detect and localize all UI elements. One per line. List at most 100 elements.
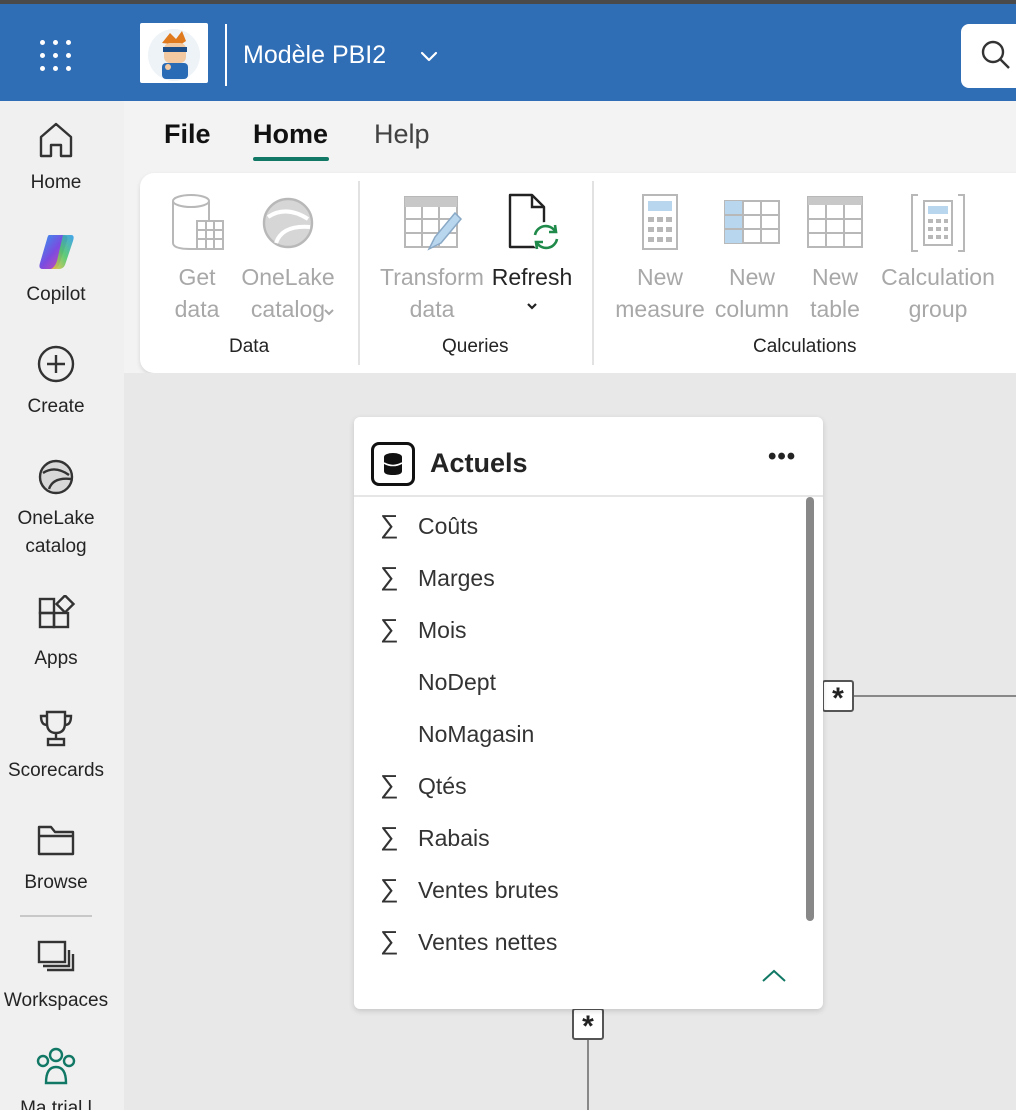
field-name: Ventes nettes	[418, 929, 558, 955]
field-item[interactable]: ∑ Mois	[354, 605, 794, 657]
nav-item-label: OneLake catalog	[17, 508, 95, 557]
calculation-group-button[interactable]: Calculation group	[876, 191, 1000, 325]
new-table-button[interactable]: New table	[794, 191, 876, 325]
field-list: ∑ Coûts ∑ Marges ∑ Mois NoDept NoMagasin…	[354, 501, 804, 963]
field-name: Rabais	[418, 825, 490, 851]
chevron-up-icon[interactable]	[759, 965, 789, 987]
table-card-actuels[interactable]: Actuels ••• ∑ Coûts ∑ Marges ∑ Mois NoDe…	[354, 417, 823, 1009]
relationship-line[interactable]	[587, 1040, 589, 1110]
field-name: Coûts	[418, 513, 479, 539]
button-label-line2: column	[714, 296, 790, 322]
trophy-icon	[39, 710, 73, 747]
avatar[interactable]	[140, 23, 208, 83]
group-label-calculations: Calculations	[753, 336, 857, 357]
copilot-icon	[39, 235, 74, 269]
nav-item-workspaces[interactable]: Workspaces	[0, 937, 112, 1015]
new-column-button[interactable]: New column	[710, 191, 794, 325]
nav-item-label: Scorecards	[7, 760, 105, 781]
nav-item-label: Browse	[24, 872, 88, 893]
workspaces-icon	[37, 940, 75, 972]
tab-help[interactable]: Help	[374, 119, 430, 150]
group-label-queries: Queries	[442, 336, 509, 357]
button-label-line1: Transform	[380, 264, 484, 290]
people-icon	[36, 1047, 76, 1085]
folder-icon	[37, 825, 75, 856]
button-label-line1: New	[811, 264, 858, 290]
nav-item-browse[interactable]: Browse	[0, 819, 112, 897]
search-icon	[981, 40, 1010, 69]
plus-circle-icon	[37, 345, 75, 383]
active-tab-indicator	[253, 157, 329, 161]
field-item[interactable]: ∑ Ventes brutes	[354, 865, 794, 917]
field-name: NoMagasin	[418, 721, 535, 747]
new-column-icon	[724, 200, 780, 244]
tab-home[interactable]: Home	[253, 119, 328, 150]
calculation-group-icon	[911, 194, 965, 252]
refresh-icon	[508, 193, 561, 252]
nav-item-onelake[interactable]: OneLake catalog	[0, 455, 112, 561]
sigma-icon: ∑	[380, 769, 399, 799]
button-label-line2: group	[908, 296, 968, 322]
chevron-down-icon[interactable]	[418, 45, 440, 67]
field-item[interactable]: ∑ Coûts	[354, 501, 794, 553]
new-table-icon	[807, 196, 863, 248]
button-label-line1: New	[636, 264, 683, 290]
field-name: Ventes brutes	[418, 877, 559, 903]
cardinality-many-marker[interactable]: *	[822, 680, 854, 715]
nav-item-apps[interactable]: Apps	[0, 595, 112, 673]
nav-item-scorecards[interactable]: Scorecards	[0, 707, 112, 785]
workspace-title[interactable]: Modèle PBI2	[243, 41, 386, 70]
chevron-down-icon	[324, 309, 334, 316]
field-item[interactable]: ∑ Ventes nettes	[354, 917, 794, 963]
field-name: Mois	[418, 617, 467, 643]
sigma-icon: ∑	[380, 873, 399, 903]
app-launcher-icon[interactable]	[38, 38, 74, 74]
field-item[interactable]: ∑ Marges	[354, 553, 794, 605]
field-list-scrollbar[interactable]	[806, 497, 814, 921]
group-label-data: Data	[229, 336, 270, 357]
field-item[interactable]: ∑ Qtés	[354, 761, 794, 813]
sigma-icon: ∑	[380, 925, 399, 955]
onelake-icon	[38, 459, 74, 495]
calculator-icon	[642, 194, 678, 250]
sigma-icon: ∑	[380, 561, 399, 591]
nav-item-create[interactable]: Create	[0, 343, 112, 421]
button-label-line2: data	[174, 296, 220, 322]
sigma-icon: ∑	[380, 821, 399, 851]
button-label-line1: Refresh	[491, 264, 573, 290]
ribbon-panel: Get data OneLake catalog Data Transform …	[140, 173, 1016, 373]
nav-item-label: Apps	[34, 648, 78, 669]
ribbon: File Home Help Get data OneLake catalog …	[124, 101, 1016, 373]
field-item[interactable]: ∑ Rabais	[354, 813, 794, 865]
apps-icon	[38, 595, 76, 629]
button-label-line1: New	[728, 264, 775, 290]
nav-item-label: Workspaces	[3, 990, 109, 1011]
tab-file[interactable]: File	[164, 119, 211, 150]
transform-data-icon	[404, 196, 463, 251]
nav-item-label: Copilot	[26, 284, 86, 305]
nav-item-my-workspace[interactable]: Ma trial l	[0, 1045, 112, 1110]
group-separator	[358, 181, 360, 365]
field-item[interactable]: NoDept	[354, 657, 794, 709]
nav-item-label: Create	[27, 396, 85, 417]
nav-item-label: Home	[30, 172, 82, 193]
search-input[interactable]	[961, 24, 1016, 88]
button-label-line1: OneLake	[241, 264, 335, 290]
button-label-line2: table	[810, 296, 860, 322]
home-icon	[39, 122, 73, 158]
nav-item-copilot[interactable]: Copilot	[0, 231, 112, 309]
get-data-button[interactable]: Get data	[162, 191, 232, 325]
nav-item-home[interactable]: Home	[0, 119, 112, 197]
field-name: NoDept	[418, 669, 496, 695]
cardinality-many-marker[interactable]: *	[572, 1008, 604, 1043]
more-options-icon[interactable]: •••	[768, 443, 796, 471]
table-card-header[interactable]: Actuels •••	[354, 417, 823, 497]
field-item[interactable]: NoMagasin	[354, 709, 794, 761]
field-name: Marges	[418, 565, 495, 591]
refresh-button[interactable]: Refresh	[490, 191, 574, 313]
transform-data-button[interactable]: Transform data	[376, 191, 488, 325]
chevron-down-icon	[527, 303, 537, 310]
group-separator	[592, 181, 594, 365]
button-label-line1: Get	[178, 264, 216, 290]
new-measure-button[interactable]: New measure	[612, 191, 708, 325]
